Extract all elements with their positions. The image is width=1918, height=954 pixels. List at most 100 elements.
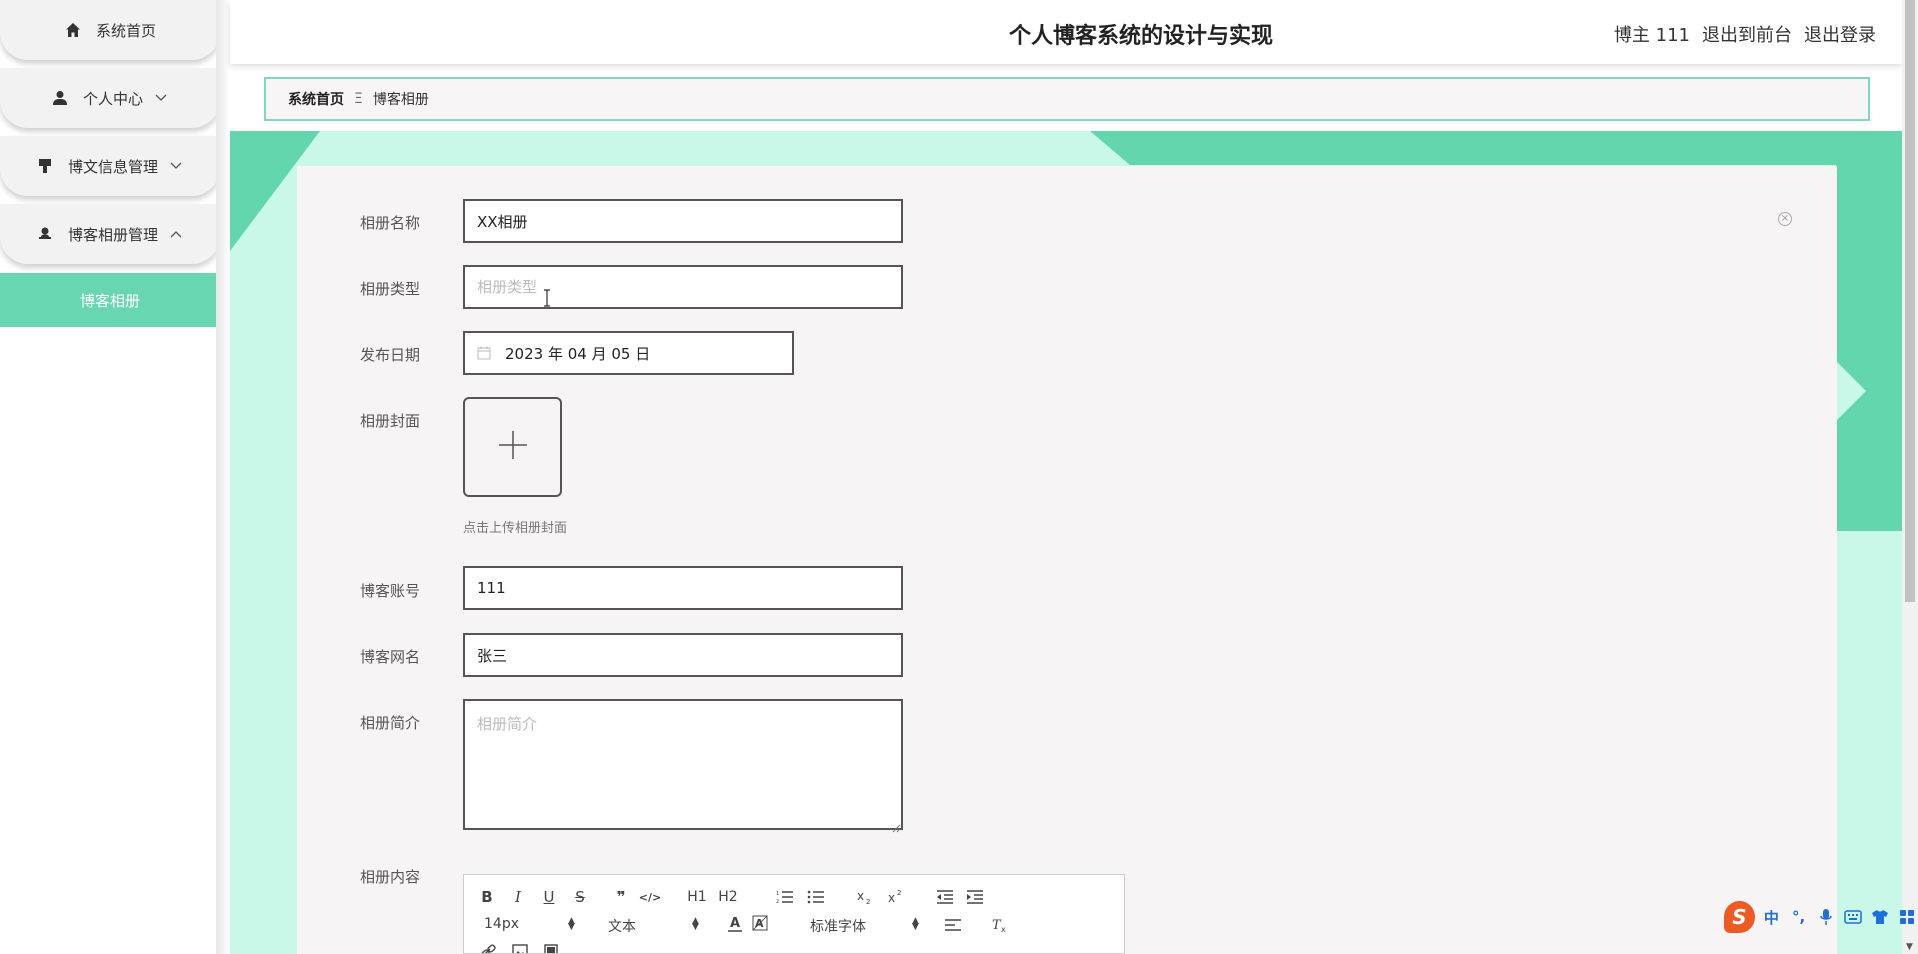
close-icon[interactable]: × [1778, 212, 1792, 226]
svg-text:2: 2 [897, 889, 901, 897]
album-type-label: 相册类型 [360, 280, 421, 298]
font-color-icon[interactable]: A [724, 914, 746, 934]
page-scrollbar[interactable]: ▼ [1902, 0, 1918, 954]
underline-button[interactable]: U [538, 887, 560, 907]
text-cursor-icon [543, 289, 551, 307]
outdent-icon[interactable] [934, 887, 956, 907]
ime-toolbar: S 中 °, [1722, 898, 1918, 936]
code-block-button[interactable]: </> [639, 887, 661, 907]
header-select[interactable]: 文本 ▲ ▼ [608, 916, 700, 936]
font-size-value: 14px [484, 916, 519, 932]
intro-label: 相册简介 [360, 714, 421, 732]
select-arrows-icon: ▲ ▼ [912, 916, 919, 932]
microphone-icon[interactable] [1815, 906, 1836, 928]
scrollbar-thumb[interactable] [1905, 0, 1915, 602]
sidebar-item-label: 系统首页 [95, 21, 156, 40]
strike-button[interactable]: S [569, 887, 591, 907]
video-icon[interactable] [540, 941, 562, 953]
rich-text-editor[interactable]: B I U S ❞ </> H1 H2 12 x2 x2 14px ▲ ▼ 文本 … [463, 874, 1125, 954]
nickname-input[interactable] [463, 633, 903, 677]
sidebar-item-label: 个人中心 [82, 89, 143, 108]
sidebar-item-profile[interactable]: 个人中心 [0, 68, 220, 128]
cover-label: 相册封面 [360, 412, 421, 430]
svg-text:2: 2 [866, 898, 870, 905]
chevron-up-icon [170, 227, 184, 241]
svg-text:A: A [730, 916, 740, 931]
italic-button[interactable]: I [507, 887, 529, 907]
account-input[interactable] [463, 566, 903, 610]
user-icon [51, 89, 69, 107]
skin-shirt-icon[interactable] [1870, 906, 1891, 928]
cover-upload-button[interactable] [463, 397, 562, 497]
toolbox-grid-icon[interactable] [1897, 906, 1918, 928]
ordered-list-icon[interactable]: 12 [774, 887, 796, 907]
header2-button[interactable]: H2 [717, 887, 739, 907]
sidebar-item-label: 博客相册管理 [67, 225, 158, 244]
svg-text:x: x [888, 891, 895, 905]
breadcrumb-separator: Ξ [354, 91, 363, 107]
sidebar-item-label: 博文信息管理 [67, 157, 158, 176]
breadcrumb: 系统首页 Ξ 博客相册 [264, 77, 1870, 121]
decoration-shape [1836, 131, 1902, 531]
album-type-input[interactable] [463, 265, 903, 309]
decoration-shape [1090, 131, 1902, 165]
svg-text:1: 1 [776, 891, 779, 897]
bold-button[interactable]: B [476, 887, 498, 907]
header-user-area: 博主 111 退出到前台 退出登录 [1614, 21, 1876, 47]
nickname-label: 博客网名 [360, 648, 421, 666]
sidebar-item-albums[interactable]: 博客相册管理 [0, 204, 220, 264]
person-icon [36, 225, 54, 243]
svg-text:x: x [857, 889, 864, 903]
account-label: 博客账号 [360, 582, 421, 600]
sidebar: 系统首页 个人中心 博文信息管理 博客相册管理 博客相册 [0, 0, 220, 954]
ime-punctuation-toggle[interactable]: °, [1788, 906, 1809, 928]
resize-handle-icon[interactable] [891, 818, 901, 833]
font-family-value: 标准字体 [810, 919, 866, 935]
breadcrumb-home[interactable]: 系统首页 [288, 89, 344, 109]
header1-button[interactable]: H1 [686, 887, 708, 907]
scroll-down-arrow-icon[interactable]: ▼ [1906, 942, 1913, 952]
top-header: 个人博客系统的设计与实现 博主 111 退出到前台 退出登录 [230, 0, 1902, 64]
sidebar-subitem-blog-album[interactable]: 博客相册 [0, 273, 220, 327]
publish-date-picker[interactable]: 2023 年 04 月 05 日 [463, 331, 794, 375]
publish-date-label: 发布日期 [360, 346, 421, 364]
select-arrows-icon: ▲ ▼ [692, 916, 699, 932]
link-icon[interactable] [478, 941, 500, 953]
font-size-select[interactable]: 14px ▲ ▼ [484, 916, 576, 932]
ime-language-toggle[interactable]: 中 [1761, 906, 1782, 928]
brush-icon [36, 157, 54, 175]
align-icon[interactable] [942, 915, 964, 935]
sidebar-item-posts[interactable]: 博文信息管理 [0, 136, 220, 196]
bullet-list-icon[interactable] [805, 887, 827, 907]
header-select-value: 文本 [608, 919, 636, 935]
chevron-down-icon [170, 159, 184, 173]
svg-text:2: 2 [776, 899, 779, 904]
image-icon[interactable] [509, 941, 531, 953]
home-icon [64, 21, 82, 39]
blockquote-button[interactable]: ❞ [610, 887, 632, 907]
calendar-icon [477, 346, 491, 360]
sidebar-divider [216, 0, 230, 954]
logout-link[interactable]: 退出登录 [1804, 21, 1876, 47]
select-arrows-icon: ▲ ▼ [568, 916, 575, 932]
font-family-select[interactable]: 标准字体 ▲ ▼ [810, 916, 920, 936]
album-name-input[interactable] [463, 199, 903, 243]
user-name: 博主 111 [1613, 25, 1690, 46]
breadcrumb-current: 博客相册 [372, 92, 429, 108]
clear-format-icon[interactable]: Tx [989, 915, 1011, 935]
chevron-down-icon [155, 91, 169, 105]
indent-icon[interactable] [964, 887, 986, 907]
superscript-icon[interactable]: x2 [885, 887, 907, 907]
content-label: 相册内容 [360, 868, 421, 886]
intro-textarea[interactable] [463, 699, 903, 830]
svg-text:x: x [1001, 925, 1006, 933]
keyboard-icon[interactable] [1842, 906, 1863, 928]
background-color-icon[interactable]: A [749, 914, 771, 934]
sogou-logo-icon[interactable]: S [1724, 901, 1755, 933]
back-to-frontend-link[interactable]: 退出到前台 [1702, 21, 1792, 47]
publish-date-value: 2023 年 04 月 05 日 [505, 344, 651, 363]
subscript-icon[interactable]: x2 [854, 887, 876, 907]
plus-icon [498, 430, 528, 464]
sidebar-item-home[interactable]: 系统首页 [0, 0, 220, 60]
album-name-label: 相册名称 [360, 214, 421, 232]
